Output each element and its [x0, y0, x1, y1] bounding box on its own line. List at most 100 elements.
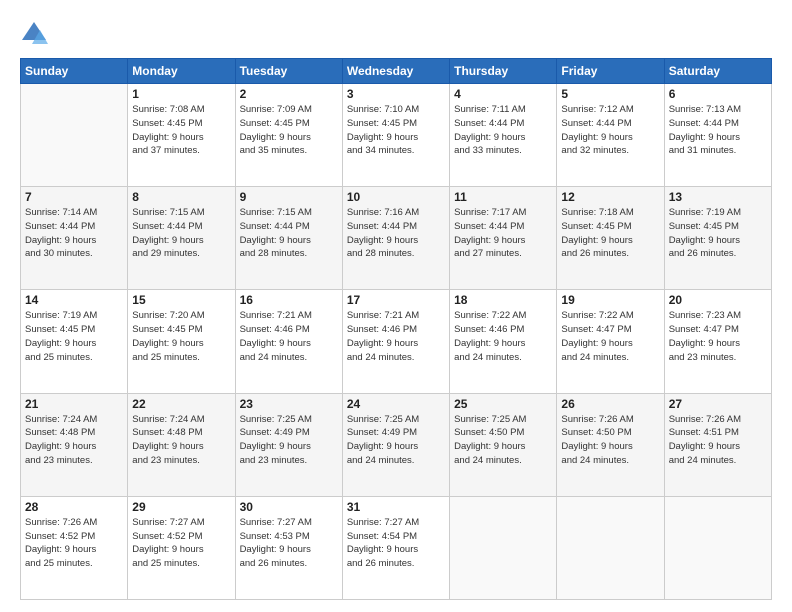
day-number: 9 — [240, 190, 338, 204]
day-detail: Sunrise: 7:25 AM Sunset: 4:50 PM Dayligh… — [454, 413, 552, 468]
calendar-cell: 18Sunrise: 7:22 AM Sunset: 4:46 PM Dayli… — [450, 290, 557, 393]
calendar-cell: 31 Sunrise: 7:27 AM Sunset: 4:54 PM Dayli… — [342, 496, 449, 599]
calendar-cell: 30 Sunrise: 7:27 AM Sunset: 4:53 PM Dayli… — [235, 496, 342, 599]
calendar-header-friday: Friday — [557, 59, 664, 84]
calendar-cell: 4 Sunrise: 7:11 AM Sunset: 4:44 PM Daylig… — [450, 84, 557, 187]
calendar-week-row: 28 Sunrise: 7:26 AM Sunset: 4:52 PM Dayli… — [21, 496, 772, 599]
calendar-cell: 1 Sunrise: 7:08 AM Sunset: 4:45 PM Daylig… — [128, 84, 235, 187]
day-detail: Sunrise: 7:18 AM Sunset: 4:45 PM Dayligh… — [561, 206, 659, 261]
day-number: 28 — [25, 500, 123, 514]
day-detail: Sunrise: 7:10 AM Sunset: 4:45 PM Dayligh… — [347, 103, 445, 158]
day-detail: Sunrise: 7:16 AM Sunset: 4:44 PM Dayligh… — [347, 206, 445, 261]
day-number: 17 — [347, 293, 445, 307]
calendar-cell: 9Sunrise: 7:15 AM Sunset: 4:44 PM Daylig… — [235, 187, 342, 290]
calendar-cell: 2Sunrise: 7:09 AM Sunset: 4:45 PM Daylig… — [235, 84, 342, 187]
day-number: 11 — [454, 190, 552, 204]
calendar-cell: 3 Sunrise: 7:10 AM Sunset: 4:45 PM Daylig… — [342, 84, 449, 187]
calendar-cell: 7 Sunrise: 7:14 AM Sunset: 4:44 PM Daylig… — [21, 187, 128, 290]
day-number: 25 — [454, 397, 552, 411]
day-detail: Sunrise: 7:25 AM Sunset: 4:49 PM Dayligh… — [240, 413, 338, 468]
calendar-cell: 15 Sunrise: 7:20 AM Sunset: 4:45 PM Dayli… — [128, 290, 235, 393]
calendar-cell — [450, 496, 557, 599]
calendar-cell: 10Sunrise: 7:16 AM Sunset: 4:44 PM Dayli… — [342, 187, 449, 290]
day-number: 8 — [132, 190, 230, 204]
calendar-cell: 13 Sunrise: 7:19 AM Sunset: 4:45 PM Dayli… — [664, 187, 771, 290]
calendar-cell: 14 Sunrise: 7:19 AM Sunset: 4:45 PM Dayli… — [21, 290, 128, 393]
calendar-cell: 11 Sunrise: 7:17 AM Sunset: 4:44 PM Dayli… — [450, 187, 557, 290]
calendar-cell: 23 Sunrise: 7:25 AM Sunset: 4:49 PM Dayli… — [235, 393, 342, 496]
logo-icon — [20, 20, 48, 48]
calendar-cell: 16 Sunrise: 7:21 AM Sunset: 4:46 PM Dayli… — [235, 290, 342, 393]
calendar-header-monday: Monday — [128, 59, 235, 84]
day-number: 15 — [132, 293, 230, 307]
day-detail: Sunrise: 7:20 AM Sunset: 4:45 PM Dayligh… — [132, 309, 230, 364]
day-detail: Sunrise: 7:12 AM Sunset: 4:44 PM Dayligh… — [561, 103, 659, 158]
day-number: 20 — [669, 293, 767, 307]
calendar-week-row: 7 Sunrise: 7:14 AM Sunset: 4:44 PM Daylig… — [21, 187, 772, 290]
day-number: 19 — [561, 293, 659, 307]
calendar-week-row: 1 Sunrise: 7:08 AM Sunset: 4:45 PM Daylig… — [21, 84, 772, 187]
calendar-week-row: 21Sunrise: 7:24 AM Sunset: 4:48 PM Dayli… — [21, 393, 772, 496]
day-number: 7 — [25, 190, 123, 204]
day-number: 30 — [240, 500, 338, 514]
day-detail: Sunrise: 7:15 AM Sunset: 4:44 PM Dayligh… — [132, 206, 230, 261]
day-number: 16 — [240, 293, 338, 307]
calendar-cell: 19 Sunrise: 7:22 AM Sunset: 4:47 PM Dayli… — [557, 290, 664, 393]
day-number: 5 — [561, 87, 659, 101]
day-number: 14 — [25, 293, 123, 307]
calendar-cell: 22 Sunrise: 7:24 AM Sunset: 4:48 PM Dayli… — [128, 393, 235, 496]
day-number: 31 — [347, 500, 445, 514]
calendar-header-sunday: Sunday — [21, 59, 128, 84]
day-detail: Sunrise: 7:24 AM Sunset: 4:48 PM Dayligh… — [25, 413, 123, 468]
day-detail: Sunrise: 7:24 AM Sunset: 4:48 PM Dayligh… — [132, 413, 230, 468]
calendar-cell: 20 Sunrise: 7:23 AM Sunset: 4:47 PM Dayli… — [664, 290, 771, 393]
day-detail: Sunrise: 7:13 AM Sunset: 4:44 PM Dayligh… — [669, 103, 767, 158]
calendar-header-row: SundayMondayTuesdayWednesdayThursdayFrid… — [21, 59, 772, 84]
calendar-cell: 21Sunrise: 7:24 AM Sunset: 4:48 PM Dayli… — [21, 393, 128, 496]
calendar-week-row: 14 Sunrise: 7:19 AM Sunset: 4:45 PM Dayli… — [21, 290, 772, 393]
calendar-table: SundayMondayTuesdayWednesdayThursdayFrid… — [20, 58, 772, 600]
day-detail: Sunrise: 7:19 AM Sunset: 4:45 PM Dayligh… — [25, 309, 123, 364]
day-number: 22 — [132, 397, 230, 411]
day-detail: Sunrise: 7:21 AM Sunset: 4:46 PM Dayligh… — [240, 309, 338, 364]
day-number: 29 — [132, 500, 230, 514]
day-detail: Sunrise: 7:26 AM Sunset: 4:52 PM Dayligh… — [25, 516, 123, 571]
calendar-cell: 26Sunrise: 7:26 AM Sunset: 4:50 PM Dayli… — [557, 393, 664, 496]
day-detail: Sunrise: 7:27 AM Sunset: 4:53 PM Dayligh… — [240, 516, 338, 571]
calendar-header-thursday: Thursday — [450, 59, 557, 84]
day-number: 13 — [669, 190, 767, 204]
day-number: 4 — [454, 87, 552, 101]
day-number: 1 — [132, 87, 230, 101]
logo — [20, 20, 52, 48]
day-detail: Sunrise: 7:27 AM Sunset: 4:54 PM Dayligh… — [347, 516, 445, 571]
day-detail: Sunrise: 7:23 AM Sunset: 4:47 PM Dayligh… — [669, 309, 767, 364]
calendar-header-saturday: Saturday — [664, 59, 771, 84]
day-detail: Sunrise: 7:17 AM Sunset: 4:44 PM Dayligh… — [454, 206, 552, 261]
day-number: 18 — [454, 293, 552, 307]
day-detail: Sunrise: 7:14 AM Sunset: 4:44 PM Dayligh… — [25, 206, 123, 261]
calendar-cell: 29Sunrise: 7:27 AM Sunset: 4:52 PM Dayli… — [128, 496, 235, 599]
day-detail: Sunrise: 7:22 AM Sunset: 4:47 PM Dayligh… — [561, 309, 659, 364]
day-detail: Sunrise: 7:08 AM Sunset: 4:45 PM Dayligh… — [132, 103, 230, 158]
calendar-cell: 6 Sunrise: 7:13 AM Sunset: 4:44 PM Daylig… — [664, 84, 771, 187]
page: SundayMondayTuesdayWednesdayThursdayFrid… — [0, 0, 792, 612]
day-detail: Sunrise: 7:25 AM Sunset: 4:49 PM Dayligh… — [347, 413, 445, 468]
day-number: 6 — [669, 87, 767, 101]
calendar-cell: 5 Sunrise: 7:12 AM Sunset: 4:44 PM Daylig… — [557, 84, 664, 187]
calendar-cell — [557, 496, 664, 599]
calendar-cell: 8 Sunrise: 7:15 AM Sunset: 4:44 PM Daylig… — [128, 187, 235, 290]
calendar-cell: 12 Sunrise: 7:18 AM Sunset: 4:45 PM Dayli… — [557, 187, 664, 290]
day-detail: Sunrise: 7:09 AM Sunset: 4:45 PM Dayligh… — [240, 103, 338, 158]
header — [20, 16, 772, 48]
day-detail: Sunrise: 7:11 AM Sunset: 4:44 PM Dayligh… — [454, 103, 552, 158]
calendar-cell — [664, 496, 771, 599]
day-detail: Sunrise: 7:19 AM Sunset: 4:45 PM Dayligh… — [669, 206, 767, 261]
day-number: 23 — [240, 397, 338, 411]
day-number: 12 — [561, 190, 659, 204]
calendar-cell: 24Sunrise: 7:25 AM Sunset: 4:49 PM Dayli… — [342, 393, 449, 496]
calendar-cell: 17Sunrise: 7:21 AM Sunset: 4:46 PM Dayli… — [342, 290, 449, 393]
day-number: 3 — [347, 87, 445, 101]
calendar-cell: 27Sunrise: 7:26 AM Sunset: 4:51 PM Dayli… — [664, 393, 771, 496]
day-number: 26 — [561, 397, 659, 411]
calendar-header-wednesday: Wednesday — [342, 59, 449, 84]
